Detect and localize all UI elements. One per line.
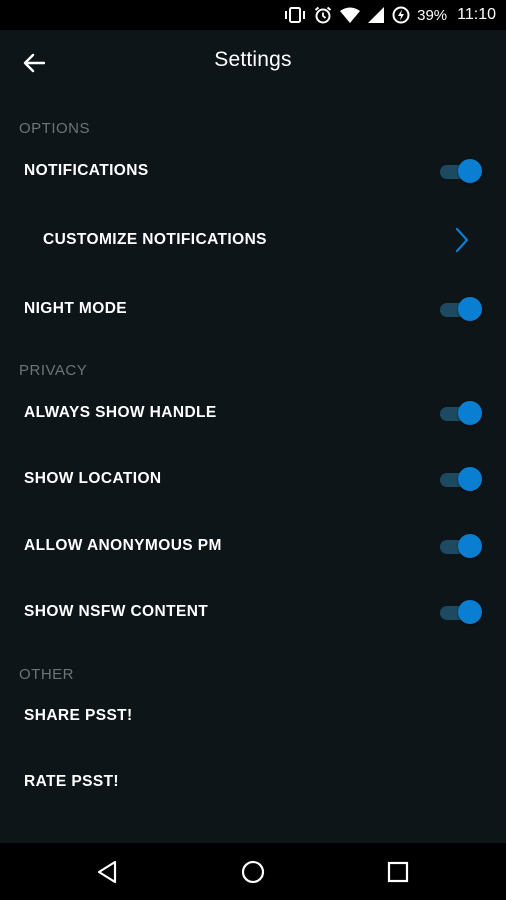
notifications-row[interactable]: NOTIFICATIONS [0, 145, 506, 197]
app-bar: Settings [0, 30, 506, 94]
show-nsfw-content-row[interactable]: SHOW NSFW CONTENT [0, 586, 506, 638]
notifications-toggle[interactable] [440, 159, 482, 183]
section-header-other: OTHER [19, 666, 74, 683]
battery-percent: 39% [417, 6, 448, 24]
chevron-right-icon [455, 227, 469, 253]
customize-notifications-label: CUSTOMIZE NOTIFICATIONS [43, 231, 267, 248]
always-show-handle-label: ALWAYS SHOW HANDLE [24, 404, 217, 421]
nav-recents-button[interactable] [383, 857, 413, 887]
always-show-handle-toggle[interactable] [440, 401, 482, 425]
rate-label: RATE PSST! [24, 773, 119, 790]
always-show-handle-row[interactable]: ALWAYS SHOW HANDLE [0, 387, 506, 439]
share-row[interactable]: SHARE PSST! [0, 690, 506, 742]
show-location-toggle[interactable] [440, 467, 482, 491]
navigation-bar [0, 843, 506, 900]
vibrate-icon [284, 7, 306, 23]
recents-square-icon [387, 861, 409, 883]
back-triangle-icon [97, 860, 117, 884]
allow-anonymous-pm-toggle[interactable] [440, 534, 482, 558]
show-location-row[interactable]: SHOW LOCATION [0, 453, 506, 505]
allow-anonymous-pm-row[interactable]: ALLOW ANONYMOUS PM [0, 520, 506, 572]
show-nsfw-content-toggle[interactable] [440, 600, 482, 624]
signal-icon [368, 7, 385, 23]
wifi-icon [340, 7, 361, 23]
allow-anonymous-pm-label: ALLOW ANONYMOUS PM [24, 537, 222, 554]
night-mode-row[interactable]: NIGHT MODE [0, 283, 506, 335]
status-bar: 39% 11:10 [0, 0, 506, 30]
nav-back-button[interactable] [92, 857, 122, 887]
clock: 11:10 [457, 6, 496, 23]
night-mode-toggle[interactable] [440, 297, 482, 321]
nav-home-button[interactable] [238, 857, 268, 887]
notifications-label: NOTIFICATIONS [24, 162, 149, 179]
night-mode-label: NIGHT MODE [24, 300, 128, 317]
alarm-icon [314, 6, 332, 24]
home-circle-icon [241, 860, 265, 884]
section-header-options: OPTIONS [19, 120, 91, 137]
show-location-label: SHOW LOCATION [24, 470, 162, 487]
customize-notifications-row[interactable]: CUSTOMIZE NOTIFICATIONS [0, 214, 506, 266]
share-label: SHARE PSST! [24, 707, 133, 724]
battery-charging-icon [392, 6, 410, 24]
show-nsfw-content-label: SHOW NSFW CONTENT [24, 603, 209, 620]
section-header-privacy: PRIVACY [19, 362, 88, 379]
rate-row[interactable]: RATE PSST! [0, 756, 506, 808]
page-title: Settings [214, 48, 292, 71]
